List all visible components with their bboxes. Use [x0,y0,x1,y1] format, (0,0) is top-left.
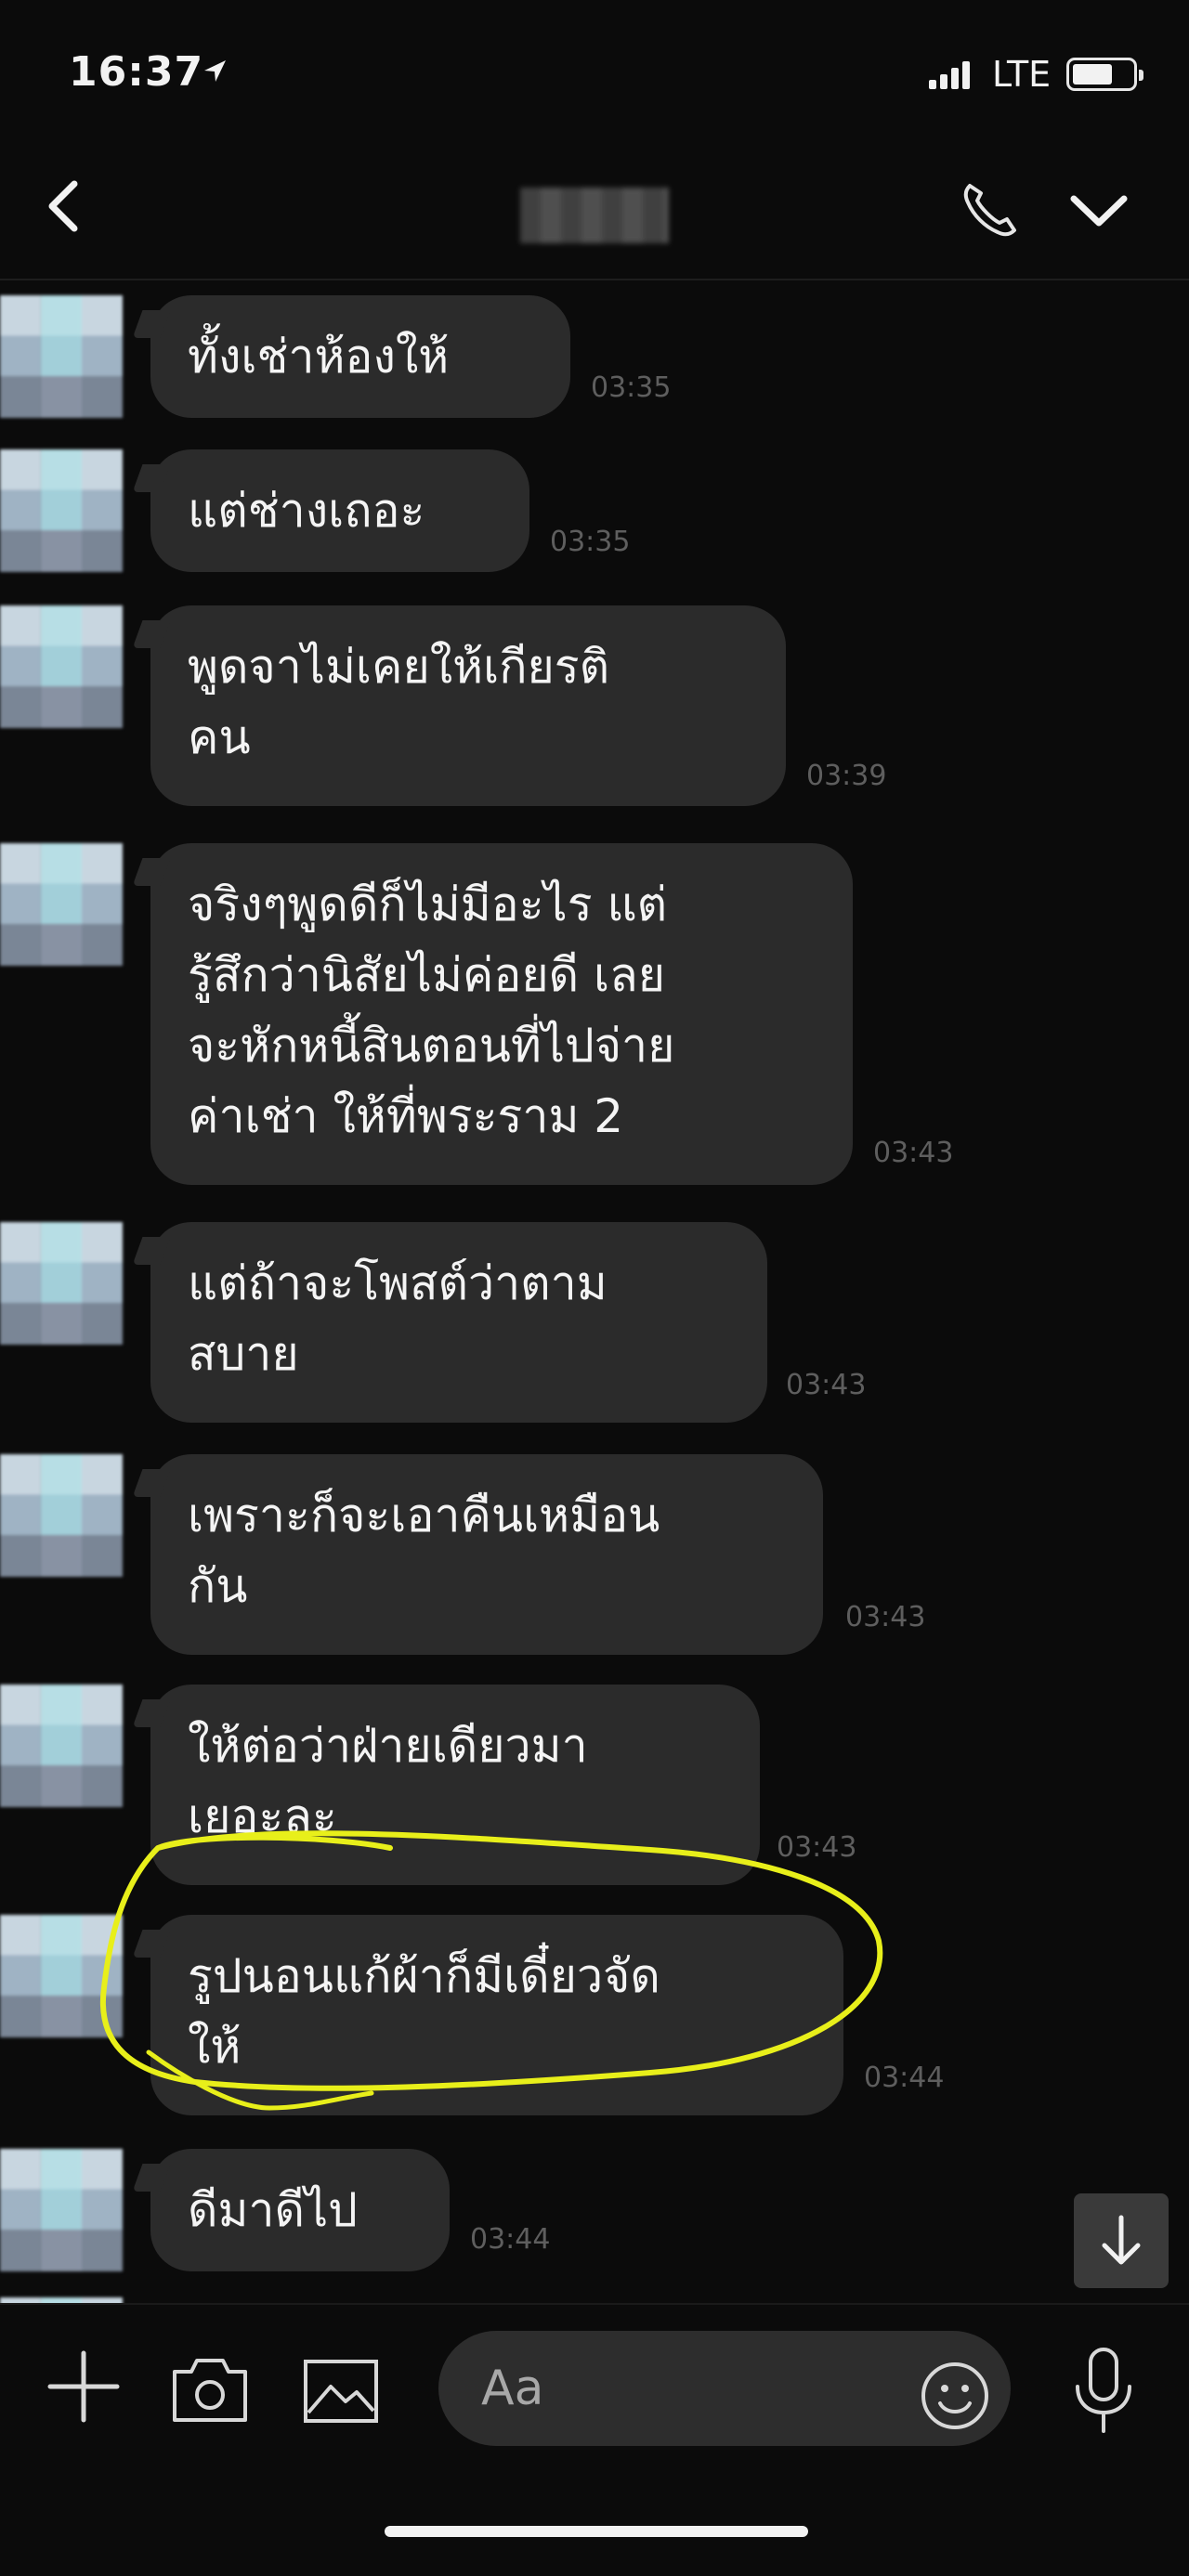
avatar[interactable] [0,605,123,728]
avatar[interactable] [0,1685,123,1807]
chat-history[interactable]: ทั้งเช่าห้องให้ 03:35 แต่ช่างเถอะ 03:35 … [0,279,1189,2303]
message-bubble[interactable]: พูดจาไม่เคยให้เกียรติ คน [150,605,786,806]
message-row: แต่ถ้าจะโพสต์ว่าตาม สบาย 03:43 [0,1205,1189,1423]
message-bubble[interactable]: ทั้งเช่าห้องให้ [150,295,570,418]
avatar[interactable] [0,1222,123,1345]
message-row: รูปนอนแก้ผ้าก็มีเดี๋ยวจัด ให้ 03:44 [0,1898,1189,2115]
message-time: 03:35 [550,526,631,558]
composer-bar [0,2303,1189,2472]
location-arrow-icon [204,60,226,82]
message-time: 03:39 [806,760,887,792]
message-row-partial [0,2288,1189,2303]
message-bubble[interactable]: ดีมาดีไป [150,2149,450,2271]
contact-name-blurred [520,188,669,243]
image-icon[interactable] [303,2359,379,2424]
message-row: ดีมาดีไป 03:44 [0,2132,1189,2281]
message-time: 03:43 [873,1137,954,1169]
arrow-down-icon [1102,2215,1141,2265]
avatar[interactable] [0,295,123,418]
message-time: 03:44 [470,2223,551,2256]
message-bubble[interactable]: จริงๆพูดดีก็ไม่มีอะไร แต่ รู้สึกว่านิสัย… [150,843,853,1185]
avatar[interactable] [0,449,123,572]
message-time: 03:43 [845,1601,926,1633]
chevron-down-icon[interactable] [1066,184,1131,240]
mic-icon[interactable] [1068,2346,1139,2435]
message-bubble[interactable]: รูปนอนแก้ผ้าก็มีเดี๋ยวจัด ให้ [150,1915,843,2115]
camera-icon[interactable] [171,2355,249,2424]
message-time: 03:43 [777,1831,857,1864]
scroll-to-bottom-button[interactable] [1074,2193,1169,2288]
message-row: จริงๆพูดดีก็ไม่มีอะไร แต่ รู้สึกว่านิสัย… [0,826,1189,1185]
battery-icon [1066,58,1143,91]
message-bubble[interactable]: ให้ต่อว่าฝ่ายเดียวมา เยอะละ [150,1685,760,1885]
avatar[interactable] [0,843,123,966]
avatar[interactable] [0,2149,123,2271]
phone-icon[interactable] [957,176,1024,243]
home-indicator[interactable] [385,2526,808,2537]
message-bubble[interactable]: เพราะก็จะเอาคืนเหมือน กัน [150,1454,823,1655]
message-row: ทั้งเช่าห้องให้ 03:35 [0,279,1189,427]
message-row: ให้ต่อว่าฝ่ายเดียวมา เยอะละ 03:43 [0,1668,1189,1885]
chat-header [0,149,1189,280]
avatar[interactable] [0,1915,123,2037]
emoji-icon[interactable] [920,2361,990,2431]
avatar[interactable] [0,1454,123,1577]
plus-icon[interactable] [46,2349,121,2424]
message-row: แต่ช่างเถอะ 03:35 [0,433,1189,581]
message-row: พูดจาไม่เคยให้เกียรติ คน 03:39 [0,589,1189,806]
message-time: 03:44 [864,2062,945,2094]
status-time: 16:37 [69,48,204,96]
network-label: LTE [992,54,1052,95]
status-bar: 16:37 LTE [0,0,1189,149]
message-time: 03:43 [786,1369,867,1401]
message-bubble[interactable]: แต่ช่างเถอะ [150,449,529,572]
message-time: 03:35 [591,371,672,404]
message-bubble[interactable]: แต่ถ้าจะโพสต์ว่าตาม สบาย [150,1222,767,1423]
signal-icon [929,59,972,89]
message-row: เพราะก็จะเอาคืนเหมือน กัน 03:43 [0,1438,1189,1655]
back-icon[interactable] [37,176,97,236]
